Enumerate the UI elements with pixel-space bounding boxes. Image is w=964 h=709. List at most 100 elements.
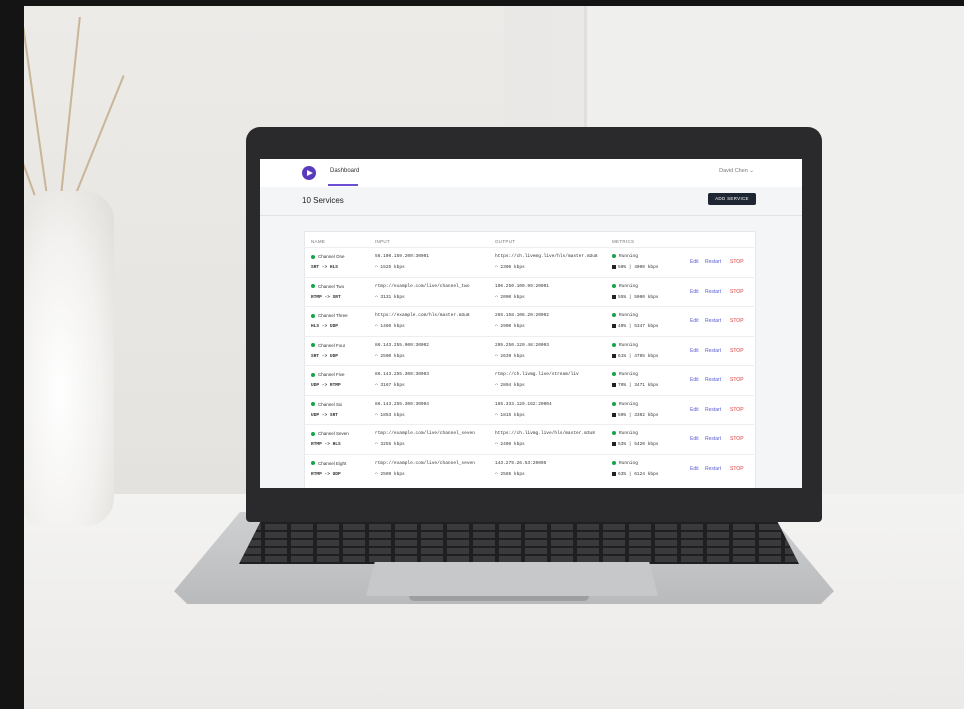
cpu-icon: [612, 353, 616, 358]
output-address: 165.333.129.162:20004: [495, 401, 552, 407]
input-rate: ⌒ 3167 kbps: [375, 383, 405, 388]
output-rate-value: 2406 kbps: [500, 442, 525, 447]
stop-button[interactable]: STOP: [730, 466, 744, 472]
output-address: 205.250.120.48:20003: [495, 342, 550, 348]
status-label: Running: [619, 401, 638, 407]
restart-button[interactable]: Restart: [705, 348, 721, 354]
status-label: Running: [619, 283, 638, 289]
status-dot-icon: [612, 313, 616, 317]
cpu-icon: [612, 412, 616, 417]
service-name-label: Channel Four: [318, 342, 346, 348]
input-address: 86.143.255.900:30002: [375, 342, 430, 348]
metrics-label: 40% | 5347 kbps: [618, 324, 659, 330]
app-logo-icon[interactable]: [302, 166, 316, 180]
service-name: Channel Eight: [311, 461, 346, 466]
metrics-value: 63% | 6124 kbps: [612, 471, 659, 477]
cpu-icon: [612, 294, 616, 299]
status-dot-icon: [311, 343, 315, 348]
output-address: 106.250.100.99:20001: [495, 283, 550, 289]
table-row[interactable]: Channel Five UDP -> RTMP 86.143.255.300:…: [304, 365, 754, 395]
output-rate-value: 2000 kbps: [500, 294, 525, 300]
table-row[interactable]: Channel Eight RTMP -> UDP rtmp://example…: [304, 453, 754, 484]
status-dot-icon: [311, 254, 315, 259]
output-rate: ⌒ 1815 kbps: [495, 413, 525, 418]
table-row[interactable]: Channel Three HLS -> UDP https://example…: [304, 306, 754, 336]
status-dot-icon: [612, 342, 616, 347]
input-rate: ⌒ 1460 kbps: [375, 324, 405, 329]
laptop-lip: [409, 596, 589, 601]
table-row[interactable]: Channel Seven RTMP -> HLS rtmp://example…: [304, 424, 754, 454]
vase: [24, 191, 114, 526]
edit-button[interactable]: Edit: [690, 259, 699, 265]
column-header-output[interactable]: OUTPUT: [495, 239, 515, 244]
output-rate: ⌒ 2804 kbps: [495, 383, 525, 388]
table-row[interactable]: Channel Six UDP -> SRT 86.143.255.300:30…: [304, 394, 754, 425]
table-row[interactable]: Channel Four SRT -> UDP 86.143.255.900:3…: [304, 335, 754, 366]
laptop-keyboard: [239, 520, 799, 564]
status-badge: Running: [612, 460, 638, 466]
status-dot-icon: [311, 461, 315, 466]
status-badge: Running: [612, 372, 638, 377]
restart-button[interactable]: Restart: [705, 289, 721, 295]
edit-button[interactable]: Edit: [690, 348, 699, 354]
tab-dashboard[interactable]: Dashboard: [330, 168, 359, 174]
service-name: Channel Seven: [311, 431, 349, 436]
status-badge: Running: [612, 254, 638, 259]
input-address: 86.143.255.300:30003: [375, 372, 430, 377]
restart-button[interactable]: Restart: [705, 377, 721, 383]
input-rate-value: 1460 kbps: [380, 324, 405, 329]
stop-button[interactable]: STOP: [730, 348, 744, 354]
restart-button[interactable]: Restart: [705, 436, 721, 442]
service-name: Channel Two: [311, 284, 344, 289]
cpu-icon: [612, 265, 616, 269]
restart-button[interactable]: Restart: [705, 407, 721, 413]
input-address: rtmp://example.com/live/channel_two: [375, 283, 470, 289]
edit-button[interactable]: Edit: [690, 466, 699, 472]
laptop-screen: Dashboard David Chen ⌄ 10 Services ADD S…: [260, 159, 802, 488]
column-header-name[interactable]: NAME: [311, 239, 325, 244]
status-dot-icon: [311, 313, 315, 318]
input-rate-value: 3131 kbps: [380, 294, 405, 300]
edit-button[interactable]: Edit: [690, 436, 699, 442]
add-service-button[interactable]: ADD SERVICE: [708, 193, 756, 205]
stop-button[interactable]: STOP: [730, 377, 744, 383]
dried-stem: [60, 16, 81, 197]
input-address: 86.143.255.300:30004: [375, 401, 430, 407]
table-row[interactable]: Channel Two RTMP -> SRT rtmp://example.c…: [304, 276, 754, 307]
stop-button[interactable]: STOP: [730, 407, 744, 413]
service-name-label: Channel Eight: [318, 460, 347, 466]
input-address: rtmp://example.com/live/channel_seven: [375, 460, 475, 466]
edit-button[interactable]: Edit: [690, 407, 699, 413]
protocol-label: UDP -> RTMP: [311, 383, 341, 388]
status-badge: Running: [612, 342, 638, 348]
edit-button[interactable]: Edit: [690, 289, 699, 295]
column-header-metrics[interactable]: METRICS: [612, 239, 634, 244]
restart-button[interactable]: Restart: [705, 318, 721, 324]
status-dot-icon: [612, 254, 616, 258]
stop-button[interactable]: STOP: [730, 318, 744, 324]
user-menu[interactable]: David Chen ⌄: [719, 168, 754, 174]
edit-button[interactable]: Edit: [690, 318, 699, 324]
output-rate: ⌒ 2900 kbps: [495, 324, 525, 329]
restart-button[interactable]: Restart: [705, 259, 721, 265]
input-rate: ⌒ 1525 kbps: [375, 265, 405, 270]
restart-button[interactable]: Restart: [705, 466, 721, 472]
metrics-value: 50% | 3302 kbps: [612, 412, 659, 418]
input-rate: ⌒ 3131 kbps: [375, 295, 405, 300]
stop-button[interactable]: STOP: [730, 436, 744, 442]
output-rate: ⌒ 2306 kbps: [495, 265, 525, 270]
input-address: rtmp://example.com/live/channel_seven: [375, 431, 475, 436]
input-rate: ⌒ 2500 kbps: [375, 354, 405, 359]
metrics-label: 61% | 4705 kbps: [618, 353, 659, 359]
status-badge: Running: [612, 283, 638, 289]
table-row[interactable]: Channel One SRT -> HLS 56.100.159.200:30…: [304, 247, 754, 277]
output-address: rtmp://ch.livmg.live/stream/liv: [495, 372, 579, 377]
stop-button[interactable]: STOP: [730, 259, 744, 265]
edit-button[interactable]: Edit: [690, 377, 699, 383]
output-rate: ⌒ 2639 kbps: [495, 354, 525, 359]
stop-button[interactable]: STOP: [730, 289, 744, 295]
active-tab-indicator: [328, 184, 358, 186]
column-header-input[interactable]: INPUT: [375, 239, 390, 244]
status-dot-icon: [311, 402, 315, 407]
status-dot-icon: [311, 372, 315, 377]
